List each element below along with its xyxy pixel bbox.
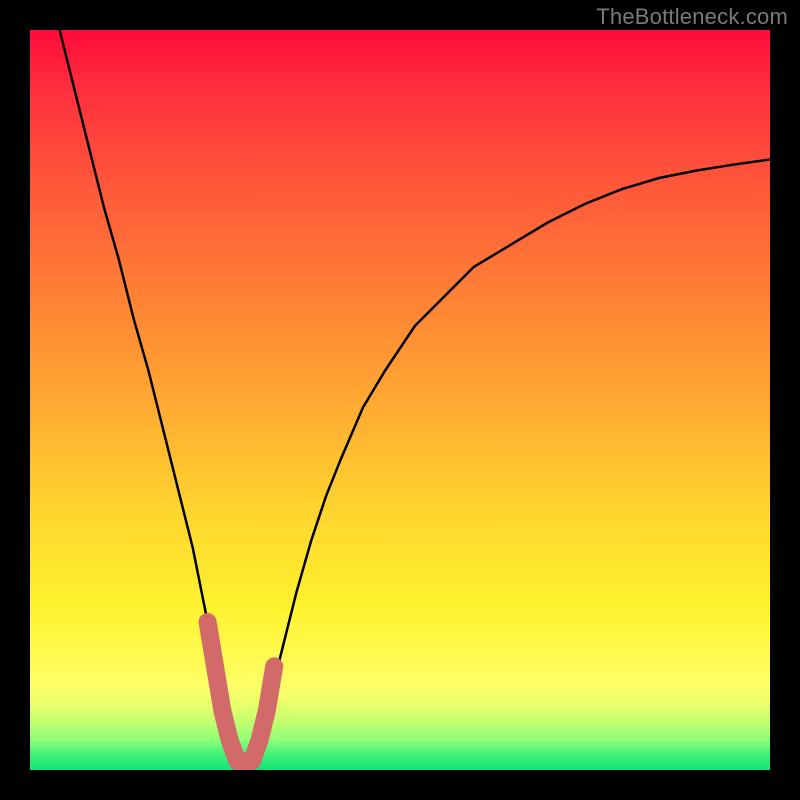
minimum-marker-segment xyxy=(208,622,275,761)
attribution-text: TheBottleneck.com xyxy=(596,4,788,30)
chart-frame: TheBottleneck.com xyxy=(0,0,800,800)
chart-svg xyxy=(30,30,770,770)
bottleneck-curve xyxy=(60,30,770,770)
